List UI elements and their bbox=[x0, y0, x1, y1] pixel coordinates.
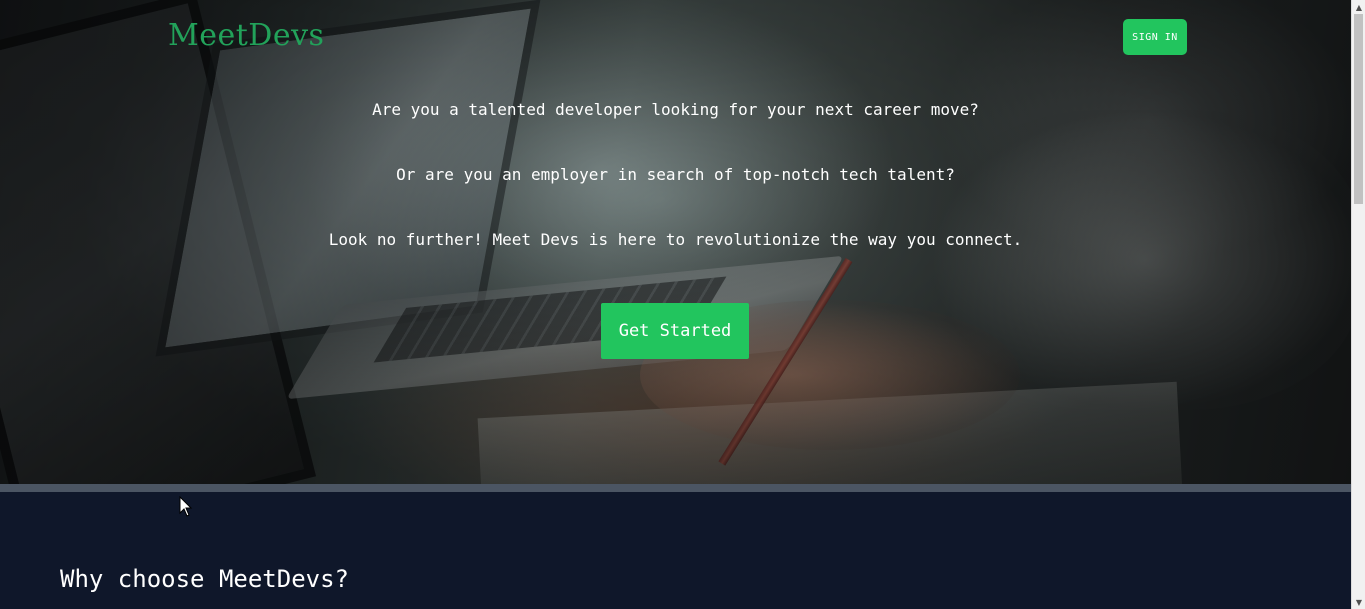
hero-section: MeetDevs SIGN IN Are you a talented deve… bbox=[0, 0, 1351, 484]
scroll-up-icon[interactable]: ▲ bbox=[1352, 0, 1365, 14]
scroll-down-icon[interactable]: ▼ bbox=[1352, 595, 1365, 609]
logo[interactable]: MeetDevs bbox=[168, 18, 324, 53]
page: MeetDevs SIGN IN Are you a talented deve… bbox=[0, 0, 1365, 609]
section-divider bbox=[0, 484, 1351, 492]
vertical-scrollbar[interactable]: ▲ ▼ bbox=[1351, 0, 1365, 609]
sign-in-button[interactable]: SIGN IN bbox=[1123, 19, 1187, 55]
hero-text-line-2: Or are you an employer in search of top-… bbox=[396, 165, 955, 184]
get-started-button[interactable]: Get Started bbox=[601, 303, 749, 359]
mouse-cursor-icon bbox=[179, 496, 193, 517]
hero-text-line-3: Look no further! Meet Devs is here to re… bbox=[328, 230, 1023, 249]
why-section-title: Why choose MeetDevs? bbox=[60, 565, 349, 593]
hero-text-line-1: Are you a talented developer looking for… bbox=[372, 100, 979, 119]
scrollbar-thumb[interactable] bbox=[1354, 14, 1363, 204]
